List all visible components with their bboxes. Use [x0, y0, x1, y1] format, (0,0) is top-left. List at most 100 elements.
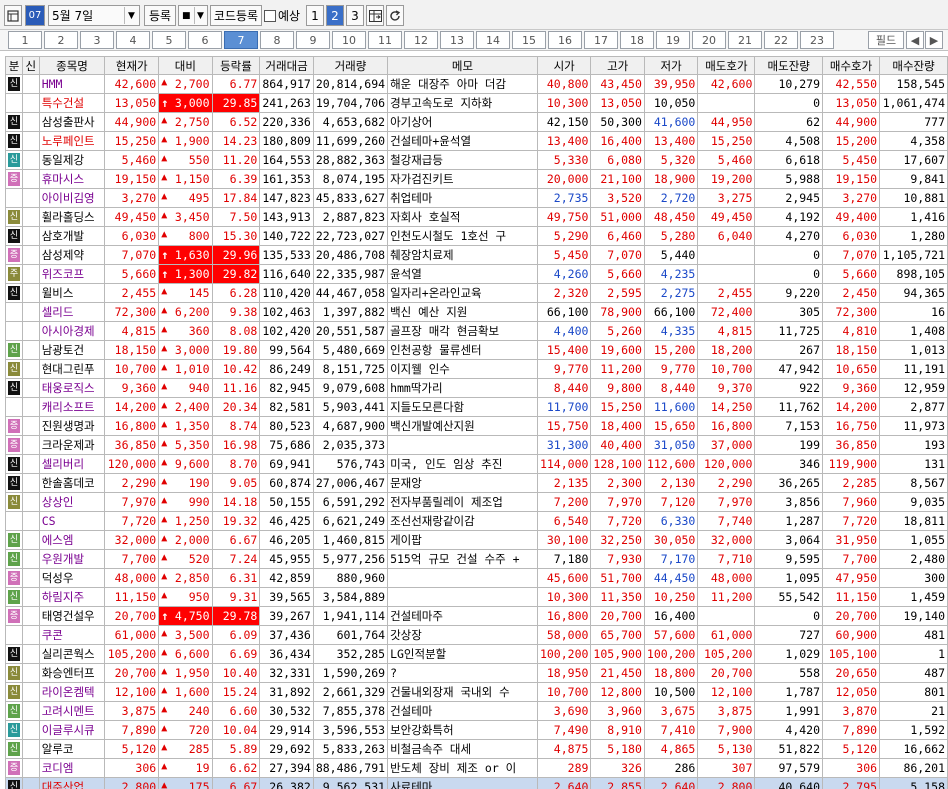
table-row[interactable]: 신 라이온켐텍 12,100 ▲ 1,600 15.24 31,892 2,661,329 건물…: [5, 682, 948, 702]
page-tab-21[interactable]: 21: [728, 31, 762, 49]
page-tab-4[interactable]: 4: [116, 31, 150, 49]
column-header[interactable]: 매수호가: [822, 56, 881, 75]
table-row[interactable]: 아시아경제 4,815 ▲ 360 8.08 102,420 20,551,587 골프장 매…: [5, 321, 948, 341]
table-row[interactable]: 증 진원생명과 16,800 ▲ 1,350 8.74 80,523 4,687,900 백신개…: [5, 416, 948, 436]
page-tab-6[interactable]: 6: [188, 31, 222, 49]
page-tab-7[interactable]: 7: [224, 31, 258, 49]
column-header[interactable]: 현재가: [104, 56, 160, 75]
page-tab-5[interactable]: 5: [152, 31, 186, 49]
table-row[interactable]: CS 7,720 ▲ 1,250 19.32 46,425 6,621,249 조선선재랑같이…: [5, 511, 948, 531]
table-row[interactable]: 신 노루페인트 15,250 ▲ 1,900 14.23 180,809 11,699,260…: [5, 131, 948, 151]
page-tab-14[interactable]: 14: [476, 31, 510, 49]
table-row[interactable]: 신 우원개발 7,700 ▲ 520 7.24 45,955 5,977,256 515억 규모…: [5, 549, 948, 569]
marker-select[interactable]: ■ ▼: [178, 5, 208, 26]
code-box[interactable]: 07: [25, 5, 45, 26]
page-tab-11[interactable]: 11: [368, 31, 402, 49]
table-row[interactable]: 신 하림지주 11,150 ▲ 950 9.31 39,565 3,584,889 10,300…: [5, 587, 948, 607]
window-icon[interactable]: [4, 5, 22, 26]
filter-button[interactable]: 필드: [868, 31, 904, 49]
refresh-icon[interactable]: [386, 5, 404, 26]
page-tab-12[interactable]: 12: [404, 31, 438, 49]
table-row[interactable]: 신 동일제강 5,460 ▲ 550 11.20 164,553 28,882,363 철강재급…: [5, 150, 948, 170]
open-price: 42,150: [536, 112, 592, 132]
column-header[interactable]: 매도잔량: [754, 56, 824, 75]
table-row[interactable]: 신 이글루시큐 7,890 ▲ 720 10.04 29,914 3,596,553 보안강화특…: [5, 720, 948, 740]
date-select[interactable]: 5월 7일 ▼: [48, 5, 140, 26]
scroll-right-icon[interactable]: ▶: [925, 31, 943, 49]
column-header[interactable]: 매수잔량: [879, 56, 948, 75]
page-tab-10[interactable]: 10: [332, 31, 366, 49]
table-row[interactable]: 주 위즈코프 5,660 ↑ 1,300 29.82 116,640 22,335,987 윤석…: [5, 264, 948, 284]
table-row[interactable]: 신 실리콘웍스 105,200 ▲ 6,600 6.69 36,434 352,285 LG인적…: [5, 644, 948, 664]
change-value: 2,000: [174, 533, 210, 547]
table-row[interactable]: 특수건설 13,050 ↑ 3,000 29.85 241,263 19,704,706 경부…: [5, 93, 948, 113]
page-tab-13[interactable]: 13: [440, 31, 474, 49]
page-tab-19[interactable]: 19: [656, 31, 690, 49]
table-row[interactable]: 증 코디엠 306 ▲ 19 6.62 27,394 88,486,791 반도체 장비 제조 …: [5, 758, 948, 778]
table-row[interactable]: 캐리소프트 14,200 ▲ 2,400 20.34 82,581 5,903,441 지들도…: [5, 397, 948, 417]
view-tab-3[interactable]: 3: [346, 5, 364, 26]
page-tab-1[interactable]: 1: [8, 31, 42, 49]
page-tab-8[interactable]: 8: [260, 31, 294, 49]
volume: 44,467,058: [312, 283, 389, 303]
grid-settings-icon[interactable]: [366, 5, 384, 26]
view-tab-2[interactable]: 2: [326, 5, 344, 26]
column-header[interactable]: 거래량: [312, 56, 389, 75]
column-header[interactable]: 시가: [536, 56, 592, 75]
table-row[interactable]: 신 HMM 42,600 ▲ 2,700 6.77 864,917 20,814,694 해운 …: [5, 74, 948, 94]
column-header[interactable]: 고가: [590, 56, 645, 75]
table-row[interactable]: 아이비김영 3,270 ▲ 495 17.84 147,823 45,833,627 취업테마…: [5, 188, 948, 208]
table-row[interactable]: 셀리드 72,300 ▲ 6,200 9.38 102,463 1,397,882 백신 예산…: [5, 302, 948, 322]
column-header[interactable]: 대비: [158, 56, 213, 75]
table-row[interactable]: 신 태웅로직스 9,360 ▲ 940 11.16 82,945 9,079,608 hmm딱가…: [5, 378, 948, 398]
table-row[interactable]: 신 화승엔터프 20,700 ▲ 1,950 10.40 32,331 1,590,269? 1…: [5, 663, 948, 683]
table-row[interactable]: 신 셀리버리 120,000 ▲ 9,600 8.70 69,941 576,743 미국, 인…: [5, 454, 948, 474]
table-row[interactable]: 증 크라운제과 36,850 ▲ 5,350 16.98 75,686 2,035,373 31…: [5, 435, 948, 455]
table-row[interactable]: 신 상상인 7,970 ▲ 990 14.18 50,155 6,591,292 전자부품릴레이…: [5, 492, 948, 512]
table-row[interactable]: 신 알루코 5,120 ▲ 285 5.89 29,692 5,833,263 비철금속주 대세…: [5, 739, 948, 759]
page-tab-20[interactable]: 20: [692, 31, 726, 49]
table-row[interactable]: 증 휴마시스 19,150 ▲ 1,150 6.39 161,353 8,074,195 자가검…: [5, 169, 948, 189]
table-row[interactable]: 신 휠라홀딩스 49,450 ▲ 3,450 7.50 143,913 2,887,823 자회…: [5, 207, 948, 227]
column-header[interactable]: 종목명: [38, 56, 106, 75]
page-tab-18[interactable]: 18: [620, 31, 654, 49]
table-row[interactable]: 신 고려시멘트 3,875 ▲ 240 6.60 30,532 7,855,378 건설테마 3,…: [5, 701, 948, 721]
table-row[interactable]: 신 한솔홈데코 2,290 ▲ 190 9.05 60,874 27,006,467 문재앙 2,…: [5, 473, 948, 493]
column-header[interactable]: 매도호가: [697, 56, 756, 75]
column-header[interactable]: 신: [22, 56, 40, 75]
column-header[interactable]: 메모: [387, 56, 538, 75]
table-row[interactable]: 신 대주산업 2,800 ▲ 175 6.67 26,382 9,562,531 사료테마 2,6…: [5, 777, 948, 789]
stock-name: 아이비김영: [38, 188, 106, 208]
column-header[interactable]: 분: [5, 56, 23, 75]
table-row[interactable]: 신 현대그린푸 10,700 ▲ 1,010 10.42 86,249 8,151,725 이지…: [5, 359, 948, 379]
ask-quantity: 4,270: [754, 226, 824, 246]
table-row[interactable]: 신 에스엠 32,000 ▲ 2,000 6.67 46,205 1,460,815 게이팝 30…: [5, 530, 948, 550]
page-tab-23[interactable]: 23: [800, 31, 834, 49]
page-tab-3[interactable]: 3: [80, 31, 114, 49]
column-header[interactable]: 저가: [643, 56, 699, 75]
column-header[interactable]: 등락률: [211, 56, 261, 75]
table-row[interactable]: 증 삼성제약 7,070 ↑ 1,630 29.96 135,533 20,486,708 췌장…: [5, 245, 948, 265]
page-tab-16[interactable]: 16: [548, 31, 582, 49]
page-tab-17[interactable]: 17: [584, 31, 618, 49]
table-row[interactable]: 신 삼성출판사 44,900 ▲ 2,750 6.52 220,336 4,653,682 아기…: [5, 112, 948, 132]
column-header[interactable]: 거래대금: [259, 56, 314, 75]
market-badge: 신: [8, 229, 20, 244]
page-tab-15[interactable]: 15: [512, 31, 546, 49]
table-row[interactable]: 쿠콘 61,000 ▲ 3,500 6.09 37,436 601,764 갓상장 58,000…: [5, 625, 948, 645]
table-row[interactable]: 증 덕성우 48,000 ▲ 2,850 6.31 42,859 880,960 45,600 5…: [5, 568, 948, 588]
scroll-left-icon[interactable]: ◀: [906, 31, 924, 49]
page-tab-22[interactable]: 22: [764, 31, 798, 49]
code-register-button[interactable]: 코드등록: [210, 5, 262, 26]
high-price: 8,910: [590, 720, 645, 740]
table-row[interactable]: 증 태영건설우 20,700 ↑ 4,750 29.78 39,267 1,941,114 건설…: [5, 606, 948, 626]
table-row[interactable]: 신 남광토건 18,150 ▲ 3,000 19.80 99,564 5,480,669 인천공…: [5, 340, 948, 360]
change-rate: 15.24: [211, 682, 261, 702]
table-row[interactable]: 신 삼호개발 6,030 ▲ 800 15.30 140,722 22,723,027 인천도시…: [5, 226, 948, 246]
register-button[interactable]: 등록: [144, 5, 176, 26]
page-tab-9[interactable]: 9: [296, 31, 330, 49]
page-tab-2[interactable]: 2: [44, 31, 78, 49]
preview-checkbox[interactable]: 예상: [264, 5, 304, 26]
view-tab-1[interactable]: 1: [306, 5, 324, 26]
table-row[interactable]: 신 윌비스 2,455 ▲ 145 6.28 110,420 44,467,058 일자리+온라…: [5, 283, 948, 303]
